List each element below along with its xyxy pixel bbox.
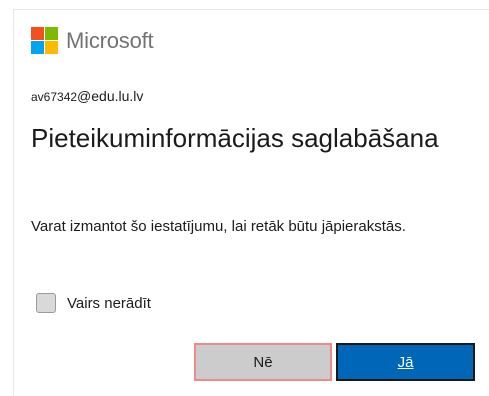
brand-name: Microsoft [66, 27, 154, 53]
stay-signed-in-dialog: Microsoft av67342@edu.lu.lv Pieteikuminf… [13, 9, 489, 396]
dont-show-again-option[interactable]: Vairs nerādīt [36, 293, 151, 313]
page-title: Pieteikuminformācijas saglabāšana [31, 123, 439, 153]
microsoft-logo-icon [31, 27, 58, 54]
account-identifier: av67342@edu.lu.lv [31, 88, 143, 104]
account-user: av67342 [31, 90, 78, 104]
no-button[interactable]: Nē [194, 343, 332, 381]
dont-show-again-label[interactable]: Vairs nerādīt [67, 295, 151, 312]
account-domain: @edu.lu.lv [77, 88, 144, 104]
yes-button[interactable]: Jā [336, 343, 475, 381]
microsoft-logo: Microsoft [31, 27, 154, 54]
dont-show-again-checkbox[interactable] [36, 293, 56, 313]
page-description: Varat izmantot šo iestatījumu, lai retāk… [31, 218, 406, 235]
